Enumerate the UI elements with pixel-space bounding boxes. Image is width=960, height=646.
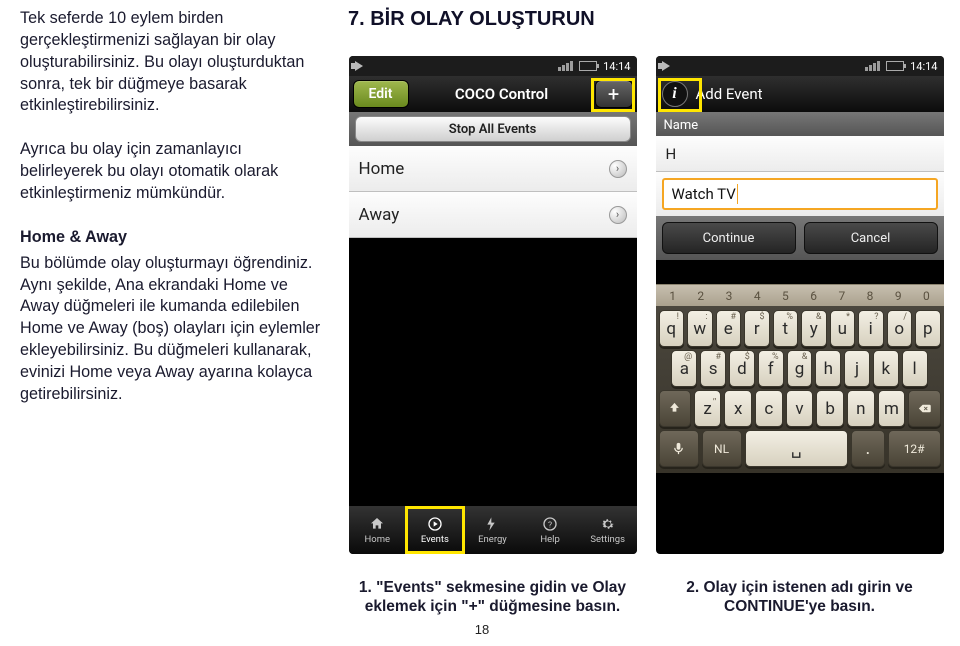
key-a[interactable]: a@: [671, 350, 697, 387]
key-e[interactable]: e#: [716, 310, 742, 347]
cancel-button[interactable]: Cancel: [804, 222, 938, 254]
tab-bar: Home Events Energy ? Help Settings: [349, 506, 637, 554]
svg-text:?: ?: [548, 520, 552, 530]
page-title: 7. BİR OLAY OLUŞTURUN: [348, 8, 944, 56]
key-k[interactable]: k: [873, 350, 899, 387]
tab-home[interactable]: Home: [349, 506, 407, 554]
key-w[interactable]: w:: [687, 310, 713, 347]
phone-screenshot-events: 14:14 Edit COCO Control + Stop All Event…: [349, 56, 637, 554]
paragraph: Bu bölümde olay oluşturmayı öğrendiniz. …: [20, 253, 326, 406]
info-icon[interactable]: i: [662, 81, 688, 107]
edit-button[interactable]: Edit: [353, 80, 409, 108]
add-event-button[interactable]: +: [595, 80, 633, 108]
shift-key[interactable]: [659, 390, 691, 427]
page-number: 18: [20, 622, 944, 646]
chevron-icon: ›: [609, 160, 627, 178]
keyboard-num-strip: 12 34 56 78 90: [656, 284, 944, 306]
paragraph: Ayrıca bu olay için zamanlayıcı belirley…: [20, 139, 326, 205]
tab-settings[interactable]: Settings: [579, 506, 637, 554]
key-f[interactable]: f%: [758, 350, 784, 387]
key-q[interactable]: q!: [659, 310, 685, 347]
caption-2: 2. Olay için istenen adı girin ve CONTIN…: [655, 574, 944, 617]
key-h[interactable]: h: [815, 350, 841, 387]
key-u[interactable]: u*: [830, 310, 856, 347]
signal-icon: [865, 61, 880, 71]
phone-screenshot-add-event: 14:14 i Add Event Name H Watch TV Contin…: [656, 56, 944, 554]
tab-events[interactable]: Events: [406, 506, 464, 554]
period-key[interactable]: .: [851, 430, 885, 467]
key-d[interactable]: d$: [729, 350, 755, 387]
continue-button[interactable]: Continue: [662, 222, 796, 254]
key-v[interactable]: v: [786, 390, 814, 427]
tab-help[interactable]: ? Help: [521, 506, 579, 554]
voice-key[interactable]: [659, 430, 699, 467]
chevron-icon: ›: [609, 206, 627, 224]
stop-all-events-button[interactable]: Stop All Events: [355, 116, 631, 142]
event-row-home[interactable]: Home ›: [349, 146, 637, 192]
paragraph: Tek seferde 10 eylem birden gerçekleştir…: [20, 8, 326, 117]
signal-icon: [558, 61, 573, 71]
lang-key[interactable]: NL: [702, 430, 742, 467]
mute-icon: [355, 61, 363, 71]
row-hint: H: [656, 136, 944, 172]
space-key[interactable]: ␣: [745, 430, 848, 467]
tab-energy[interactable]: Energy: [464, 506, 522, 554]
key-z[interactable]: z,,: [694, 390, 722, 427]
subheading: Home & Away: [20, 227, 326, 249]
event-name-input[interactable]: Watch TV: [662, 178, 938, 210]
key-i[interactable]: i?: [858, 310, 884, 347]
keyboard: q!w:e#r$t%y&u*i?o/p a@s#d$f%g&hjkl z,,xc…: [656, 306, 944, 473]
key-x[interactable]: x: [724, 390, 752, 427]
key-j[interactable]: j: [844, 350, 870, 387]
key-t[interactable]: t%: [773, 310, 799, 347]
caption-1: 1. "Events" sekmesine gidin ve Olay ekle…: [348, 574, 637, 617]
screen-title: Add Event: [696, 85, 763, 103]
key-r[interactable]: r$: [744, 310, 770, 347]
battery-icon: [579, 61, 597, 71]
key-c[interactable]: c: [755, 390, 783, 427]
key-l[interactable]: l: [902, 350, 928, 387]
key-n[interactable]: n: [847, 390, 875, 427]
key-b[interactable]: b: [816, 390, 844, 427]
backspace-key[interactable]: [908, 390, 940, 427]
key-o[interactable]: o/: [887, 310, 913, 347]
key-g[interactable]: g&: [787, 350, 813, 387]
mute-icon: [662, 61, 670, 71]
key-y[interactable]: y&: [801, 310, 827, 347]
key-m[interactable]: m: [878, 390, 906, 427]
symbols-key[interactable]: 12#: [888, 430, 941, 467]
key-s[interactable]: s#: [700, 350, 726, 387]
event-label: Away: [359, 205, 400, 225]
clock: 14:14: [603, 60, 630, 73]
clock: 14:14: [910, 60, 937, 73]
battery-icon: [886, 61, 904, 71]
key-p[interactable]: p: [915, 310, 941, 347]
app-title: COCO Control: [413, 85, 591, 103]
event-label: Home: [359, 159, 405, 179]
body-text: Tek seferde 10 eylem birden gerçekleştir…: [20, 8, 330, 622]
name-label: Name: [656, 112, 944, 136]
event-row-away[interactable]: Away ›: [349, 192, 637, 238]
